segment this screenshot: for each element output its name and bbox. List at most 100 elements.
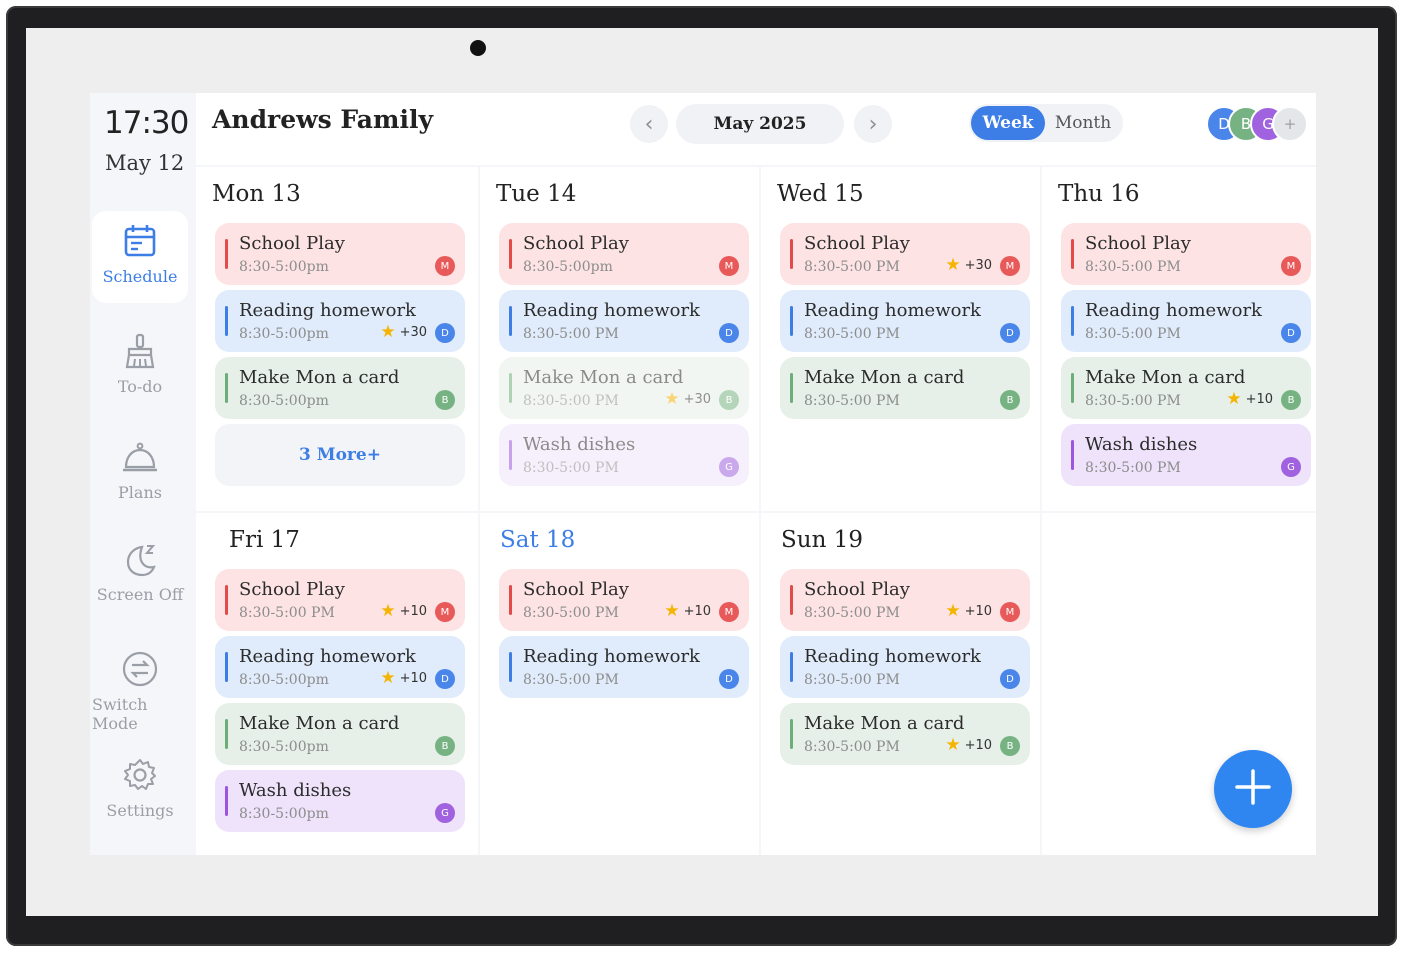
event-card[interactable]: School Play 8:30-5:00 PM ★ +10 M bbox=[780, 569, 1030, 631]
member-dot: M bbox=[1000, 256, 1020, 276]
event-color-bar bbox=[509, 306, 512, 336]
event-title: Wash dishes bbox=[523, 434, 636, 455]
event-card[interactable]: Reading homework 8:30-5:00 PM D bbox=[780, 636, 1030, 698]
prev-week-button[interactable]: ‹ bbox=[630, 105, 668, 143]
event-points: ★ +30 bbox=[945, 257, 992, 274]
event-color-bar bbox=[509, 585, 512, 615]
event-color-bar bbox=[509, 373, 512, 403]
event-card[interactable]: Reading homework 8:30-5:00 PM D bbox=[1061, 290, 1311, 352]
day-column: Mon 13 School Play 8:30-5:00pm M Reading hom… bbox=[196, 167, 478, 511]
sidebar-item-screen-off[interactable]: Screen Off bbox=[92, 529, 188, 621]
sidebar-item-todo[interactable]: To-do bbox=[92, 321, 188, 413]
event-card[interactable]: School Play 8:30-5:00 PM ★ +10 M bbox=[215, 569, 465, 631]
points-value: +30 bbox=[399, 325, 427, 340]
event-card[interactable]: Reading homework 8:30-5:00 PM D bbox=[499, 290, 749, 352]
event-card[interactable]: Reading homework 8:30-5:00pm ★ +10 D bbox=[215, 636, 465, 698]
event-card[interactable]: Wash dishes 8:30-5:00pm G bbox=[215, 770, 465, 832]
screen: 17:30 May 12 Schedule To-do Plans Screen bbox=[90, 93, 1316, 855]
event-time: 8:30-5:00 PM bbox=[804, 259, 900, 275]
event-title: School Play bbox=[523, 579, 629, 600]
event-title: Reading homework bbox=[239, 646, 416, 667]
sidebar-item-settings[interactable]: Settings bbox=[92, 745, 188, 837]
star-icon: ★ bbox=[380, 601, 396, 621]
event-card[interactable]: Make Mon a card 8:30-5:00 PM ★ +30 B bbox=[499, 357, 749, 419]
event-card[interactable]: Wash dishes 8:30-5:00 PM G bbox=[1061, 424, 1311, 486]
event-time: 8:30-5:00 PM bbox=[523, 393, 619, 409]
event-color-bar bbox=[1071, 239, 1074, 269]
member-dot: D bbox=[435, 323, 455, 343]
event-card[interactable]: Make Mon a card 8:30-5:00 PM ★ +10 B bbox=[780, 703, 1030, 765]
sidebar-item-schedule[interactable]: Schedule bbox=[92, 211, 188, 303]
event-title: Make Mon a card bbox=[804, 367, 965, 388]
more-events-button[interactable]: 3 More+ bbox=[215, 424, 465, 486]
month-view-button[interactable]: Month bbox=[1045, 106, 1121, 140]
member-dot: D bbox=[719, 669, 739, 689]
member-dot: M bbox=[1281, 256, 1301, 276]
event-card[interactable]: Make Mon a card 8:30-5:00pm B bbox=[215, 703, 465, 765]
event-time: 8:30-5:00 PM bbox=[804, 605, 900, 621]
event-card[interactable]: Make Mon a card 8:30-5:00 PM ★ +10 B bbox=[1061, 357, 1311, 419]
points-value: +10 bbox=[683, 604, 711, 619]
event-card[interactable]: Reading homework 8:30-5:00 PM D bbox=[499, 636, 749, 698]
add-event-button[interactable] bbox=[1214, 750, 1292, 828]
sidebar-item-switch-mode[interactable]: Switch Mode bbox=[92, 639, 188, 733]
event-title: Reading homework bbox=[523, 646, 700, 667]
points-value: +10 bbox=[1245, 392, 1273, 407]
points-value: +10 bbox=[399, 604, 427, 619]
sidebar-item-label: Settings bbox=[106, 801, 174, 820]
event-color-bar bbox=[225, 585, 228, 615]
event-color-bar bbox=[225, 786, 228, 816]
add-member-button[interactable]: + bbox=[1272, 106, 1308, 142]
event-card[interactable]: School Play 8:30-5:00 PM M bbox=[1061, 223, 1311, 285]
event-card[interactable]: Reading homework 8:30-5:00pm ★ +30 D bbox=[215, 290, 465, 352]
member-dot: M bbox=[435, 256, 455, 276]
star-icon: ★ bbox=[945, 255, 961, 275]
event-time: 8:30-5:00 PM bbox=[523, 605, 619, 621]
points-value: +10 bbox=[964, 604, 992, 619]
day-column: Wed 15 School Play 8:30-5:00 PM ★ +30 M Readin… bbox=[761, 167, 1040, 511]
event-card[interactable]: School Play 8:30-5:00 PM ★ +10 M bbox=[499, 569, 749, 631]
camera-dot bbox=[470, 40, 486, 56]
week-grid: Mon 13 School Play 8:30-5:00pm M Reading hom… bbox=[196, 167, 1316, 855]
event-time: 8:30-5:00pm bbox=[239, 259, 329, 275]
event-card[interactable]: Make Mon a card 8:30-5:00 PM B bbox=[780, 357, 1030, 419]
sidebar-item-plans[interactable]: Plans bbox=[92, 427, 188, 519]
event-points: ★ +10 bbox=[1226, 391, 1273, 408]
points-value: +10 bbox=[964, 738, 992, 753]
calendar-icon bbox=[120, 221, 160, 261]
event-card[interactable]: School Play 8:30-5:00pm M bbox=[215, 223, 465, 285]
event-title: Make Mon a card bbox=[239, 367, 400, 388]
event-time: 8:30-5:00 PM bbox=[523, 672, 619, 688]
event-card[interactable]: School Play 8:30-5:00 PM ★ +30 M bbox=[780, 223, 1030, 285]
chevron-left-icon: ‹ bbox=[644, 111, 654, 137]
event-title: Wash dishes bbox=[1085, 434, 1198, 455]
header: Andrews Family ‹ May 2025 › Week Month D… bbox=[196, 93, 1316, 165]
day-title: Fri 17 bbox=[229, 527, 300, 553]
event-title: Reading homework bbox=[804, 300, 981, 321]
event-title: School Play bbox=[239, 579, 345, 600]
event-card[interactable]: Make Mon a card 8:30-5:00pm B bbox=[215, 357, 465, 419]
day-title: Thu 16 bbox=[1058, 181, 1140, 207]
event-color-bar bbox=[509, 652, 512, 682]
event-points: ★ +30 bbox=[664, 391, 711, 408]
event-card[interactable]: School Play 8:30-5:00pm M bbox=[499, 223, 749, 285]
event-points: ★ +10 bbox=[380, 603, 427, 620]
day-title: Tue 14 bbox=[496, 181, 577, 207]
event-time: 8:30-5:00 PM bbox=[804, 739, 900, 755]
event-time: 8:30-5:00 PM bbox=[523, 460, 619, 476]
event-title: School Play bbox=[804, 579, 910, 600]
event-title: Make Mon a card bbox=[523, 367, 684, 388]
week-view-button[interactable]: Week bbox=[971, 106, 1045, 140]
event-card[interactable]: Reading homework 8:30-5:00 PM D bbox=[780, 290, 1030, 352]
event-title: School Play bbox=[523, 233, 629, 254]
day-column: Fri 17 School Play 8:30-5:00 PM ★ +10 M Readin… bbox=[196, 513, 478, 855]
event-time: 8:30-5:00 PM bbox=[1085, 259, 1181, 275]
next-week-button[interactable]: › bbox=[854, 105, 892, 143]
month-selector[interactable]: May 2025 bbox=[676, 104, 844, 144]
switch-icon bbox=[120, 649, 160, 689]
event-title: Reading homework bbox=[804, 646, 981, 667]
event-time: 8:30-5:00pm bbox=[239, 806, 329, 822]
broom-icon bbox=[120, 331, 160, 371]
event-card[interactable]: Wash dishes 8:30-5:00 PM G bbox=[499, 424, 749, 486]
points-value: +10 bbox=[399, 671, 427, 686]
